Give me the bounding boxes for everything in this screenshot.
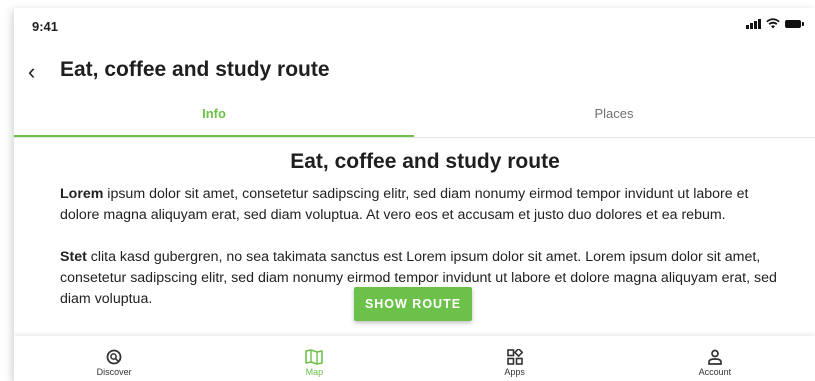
wifi-icon xyxy=(766,18,780,29)
app-screen: 9:41 ‹ Eat, coffee and study route Info … xyxy=(14,8,815,381)
tab-bar: Info Places xyxy=(14,104,815,138)
battery-icon xyxy=(785,19,804,28)
nav-item-map[interactable]: Map xyxy=(214,336,414,381)
nav-label-discover: Discover xyxy=(96,367,132,377)
nav-label-map: Map xyxy=(305,367,324,377)
page-title: Eat, coffee and study route xyxy=(60,58,330,81)
paragraph-2-bold: Stet xyxy=(60,249,87,265)
nav-label-apps: Apps xyxy=(504,367,525,377)
tab-info[interactable]: Info xyxy=(14,104,414,137)
signal-icon xyxy=(746,18,761,29)
status-time: 9:41 xyxy=(32,19,59,34)
show-route-button[interactable]: SHOW ROUTE xyxy=(354,287,472,321)
bottom-nav: Discover Map Apps Account xyxy=(14,336,815,381)
paragraph-1-bold: Lorem xyxy=(60,186,104,202)
tab-places[interactable]: Places xyxy=(414,104,814,136)
info-content: Eat, coffee and study route Lorem ipsum … xyxy=(60,148,790,310)
status-icons xyxy=(746,18,804,29)
discover-icon xyxy=(106,349,122,365)
back-button[interactable]: ‹ xyxy=(28,60,35,84)
page-header: ‹ Eat, coffee and study route xyxy=(14,56,815,96)
nav-item-account[interactable]: Account xyxy=(615,336,815,381)
map-icon xyxy=(305,349,324,365)
nav-item-apps[interactable]: Apps xyxy=(415,336,615,381)
status-bar: 9:41 xyxy=(14,8,815,42)
paragraph-1-text: ipsum dolor sit amet, consetetur sadipsc… xyxy=(60,186,749,223)
nav-label-account: Account xyxy=(698,367,732,377)
content-heading: Eat, coffee and study route xyxy=(290,150,560,173)
paragraph-1: Lorem ipsum dolor sit amet, consetetur s… xyxy=(60,184,790,226)
nav-item-discover[interactable]: Discover xyxy=(14,336,214,381)
account-icon xyxy=(708,349,722,365)
apps-icon xyxy=(506,349,523,365)
